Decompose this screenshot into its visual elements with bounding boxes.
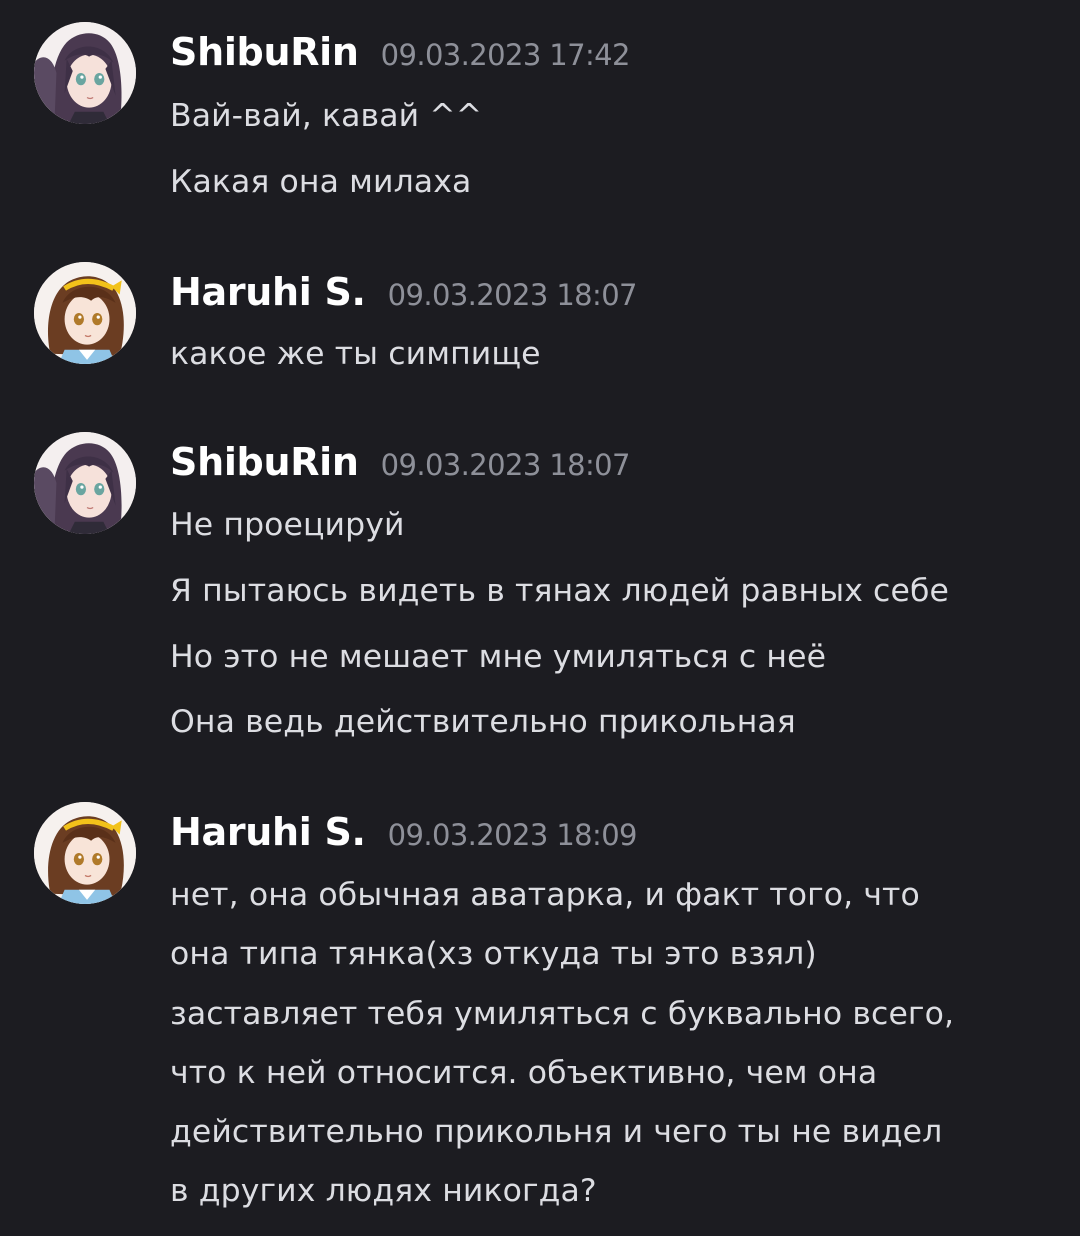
message-header: Haruhi S. 09.03.2023 18:09 xyxy=(170,810,637,860)
anime-girl-brown-hair-yellow-ribbon-avatar-icon xyxy=(34,262,136,364)
avatar-shibu-icon[interactable] xyxy=(34,22,136,124)
anime-girl-brown-hair-yellow-ribbon-avatar-icon xyxy=(34,802,136,904)
timestamp: 09.03.2023 18:09 xyxy=(387,818,638,852)
message-text: заставляет тебя умиляться с буквально вс… xyxy=(170,996,955,1032)
message-text: какое же ты симпище xyxy=(170,336,541,372)
message-text: она типа тянка(хз откуда ты это взял) xyxy=(170,936,817,972)
message-text: Вай-вай, кавай ^^ xyxy=(170,98,483,134)
message-text: действительно прикольня и чего ты не вид… xyxy=(170,1114,943,1150)
message-text: Я пытаюсь видеть в тянах людей равных се… xyxy=(170,573,949,609)
message-text: Но это не мешает мне умиляться с неё xyxy=(170,639,827,675)
message-header: Haruhi S. 09.03.2023 18:07 xyxy=(170,270,637,320)
message-header: ShibuRin 09.03.2023 17:42 xyxy=(170,30,630,80)
message-text: Она ведь действительно прикольная xyxy=(170,704,796,740)
anime-girl-purple-hair-avatar-icon xyxy=(34,22,136,124)
username[interactable]: Haruhi S. xyxy=(170,270,366,314)
message-text: в других людях никогда? xyxy=(170,1173,597,1209)
anime-girl-purple-hair-avatar-icon xyxy=(34,432,136,534)
message-text: Не проецируй xyxy=(170,507,405,543)
message-text: нет, она обычная аватарка, и факт того, … xyxy=(170,877,920,913)
avatar-haruhi-icon[interactable] xyxy=(34,262,136,364)
avatar-haruhi-icon[interactable] xyxy=(34,802,136,904)
message-text: что к ней относится. объективно, чем она xyxy=(170,1055,878,1091)
username[interactable]: ShibuRin xyxy=(170,30,359,74)
avatar-shibu-icon[interactable] xyxy=(34,432,136,534)
timestamp: 09.03.2023 18:07 xyxy=(380,448,631,482)
message-header: ShibuRin 09.03.2023 18:07 xyxy=(170,440,630,490)
username[interactable]: ShibuRin xyxy=(170,440,359,484)
message-text: Какая она милаха xyxy=(170,164,472,200)
username[interactable]: Haruhi S. xyxy=(170,810,366,854)
timestamp: 09.03.2023 17:42 xyxy=(380,38,631,72)
timestamp: 09.03.2023 18:07 xyxy=(387,278,638,312)
